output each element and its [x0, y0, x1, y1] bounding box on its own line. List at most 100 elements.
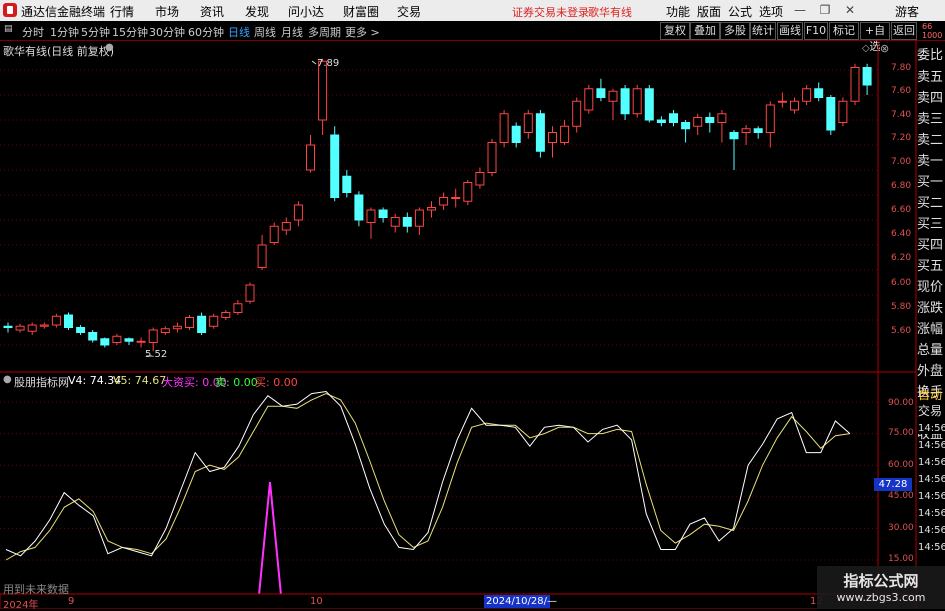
candle-body [148, 329, 158, 343]
candle-body [293, 204, 303, 221]
candle-body [814, 88, 824, 98]
time-label: 14:56 [918, 474, 945, 485]
candle-body [717, 113, 727, 123]
close-icon[interactable]: ✕ [843, 3, 857, 17]
menu-trade[interactable]: 交易 [397, 3, 421, 20]
period-60min[interactable]: 60分钟 [188, 24, 224, 40]
side-label-weibi[interactable]: 委比 [917, 44, 945, 63]
candle-body [221, 312, 231, 318]
menu-wealth-circle[interactable]: 财富圈 [343, 3, 379, 20]
side-label-buy3[interactable]: 买三 [917, 213, 945, 232]
pane-collapse-icon[interactable]: ⊗ [880, 42, 889, 55]
candle-body [354, 194, 364, 221]
candle-body [451, 197, 461, 199]
adjust-button[interactable]: 复权 [660, 22, 690, 40]
side-label-sell2[interactable]: 卖二 [917, 129, 945, 148]
candle-body [124, 338, 134, 342]
side-label-sell4[interactable]: 卖四 [917, 87, 945, 106]
x-axis-label: 10 [310, 596, 323, 607]
menu-function[interactable]: 功能 [666, 3, 690, 20]
draw-line-button[interactable]: 画线 [777, 22, 803, 40]
period-30min[interactable]: 30分钟 [149, 24, 185, 40]
candle-body [765, 104, 775, 133]
menu-discover[interactable]: 发现 [245, 3, 269, 20]
menu-ask-xiaoda[interactable]: 问小达 [288, 3, 324, 20]
period-5min[interactable]: 5分钟 [81, 24, 110, 40]
menu-market[interactable]: 市场 [155, 3, 179, 20]
candle-body [741, 128, 751, 133]
side-label-change-pct[interactable]: 涨幅 [917, 318, 945, 337]
candle-body [802, 88, 812, 102]
side-label-sell3[interactable]: 卖三 [917, 108, 945, 127]
candle-body [560, 125, 570, 143]
side-label-volume[interactable]: 总量 [917, 339, 945, 358]
indicator-name: 股朋指标网 [14, 376, 69, 389]
menu-options[interactable]: 选项 [759, 3, 783, 20]
back-button[interactable]: 返回 [891, 22, 917, 40]
candle-body [342, 175, 352, 193]
candle-body [330, 134, 340, 198]
candle-body [15, 325, 25, 331]
period-15min[interactable]: 15分钟 [112, 24, 148, 40]
stock-name-title: 歌华有线 [588, 6, 632, 19]
menu-quotes[interactable]: 行情 [110, 3, 134, 20]
period-monthly[interactable]: 月线 [281, 24, 303, 40]
candle-body [681, 122, 691, 130]
candle-body [511, 125, 521, 143]
side-label-change[interactable]: 涨跌 [917, 297, 945, 316]
time-label: 14:56 [918, 457, 945, 468]
side-label-price[interactable]: 现价 [917, 276, 945, 295]
pane-diamond-icon[interactable]: ◇ [862, 43, 870, 54]
candle-body [620, 88, 630, 115]
side-label-buy5[interactable]: 买五 [917, 255, 945, 274]
period-more[interactable]: 更多 > [345, 24, 380, 40]
chart-svg[interactable] [0, 40, 945, 609]
side-label-buy1[interactable]: 买一 [917, 171, 945, 190]
candle-body [269, 225, 279, 243]
multi-stock-button[interactable]: 多股 [720, 22, 750, 40]
side-auto[interactable]: 自动 [918, 386, 945, 403]
period-multi[interactable]: 多周期 [308, 24, 341, 40]
app-title: 通达信金融终端 [21, 5, 106, 19]
period-weekly[interactable]: 周线 [254, 24, 276, 40]
f10-button[interactable]: F10 [804, 22, 828, 40]
menu-news[interactable]: 资讯 [200, 3, 224, 20]
main-chart-caption: 歌华有线(日线 前复权) [3, 45, 115, 58]
side-label-outer[interactable]: 外盘 [917, 360, 945, 379]
candle-body [390, 217, 400, 227]
side-trade[interactable]: 交易 [918, 402, 945, 419]
stats-button[interactable]: 统计 [750, 22, 776, 40]
side-label-sell1[interactable]: 卖一 [917, 150, 945, 169]
overlay-button[interactable]: 叠加 [690, 22, 720, 40]
mark-button[interactable]: 标记 [829, 22, 859, 40]
period-tick[interactable]: 分时 [22, 24, 44, 40]
ytick-label: 6.00 [891, 278, 912, 288]
candle-body [51, 315, 61, 326]
menu-formula[interactable]: 公式 [728, 3, 752, 20]
toolbar-menu-icon[interactable]: ▤ [4, 24, 13, 34]
caption-settings-icon[interactable]: ● [105, 42, 114, 53]
current-value-box: 47.28 [874, 478, 912, 491]
ytick-label: 6.60 [891, 205, 912, 215]
minimize-icon[interactable]: — [793, 3, 807, 17]
period-daily[interactable]: 日线 [228, 24, 250, 40]
user-guest[interactable]: 游客 [895, 3, 919, 20]
trade-login-notice[interactable]: 证券交易未登录 [512, 4, 589, 20]
future-data-footer: 用到未来数据 [3, 583, 69, 596]
indicator-lines [5, 390, 851, 596]
restore-icon[interactable]: ❐ [818, 3, 832, 17]
add-favorite-button[interactable]: +自选 [860, 22, 890, 53]
candle-body [257, 244, 267, 268]
side-label-buy4[interactable]: 买四 [917, 234, 945, 253]
candle-body [632, 88, 642, 115]
v5-value: V5: 74.67 [113, 374, 167, 387]
candle-body [64, 314, 73, 328]
side-label-sell5[interactable]: 卖五 [917, 66, 945, 85]
indicator-settings-icon[interactable]: ● [3, 374, 12, 385]
candle-body [245, 284, 255, 302]
side-label-buy2[interactable]: 买二 [917, 192, 945, 211]
candle-body [753, 128, 763, 133]
candle-body [27, 324, 37, 332]
period-1min[interactable]: 1分钟 [50, 24, 79, 40]
menu-layout[interactable]: 版面 [697, 3, 721, 20]
